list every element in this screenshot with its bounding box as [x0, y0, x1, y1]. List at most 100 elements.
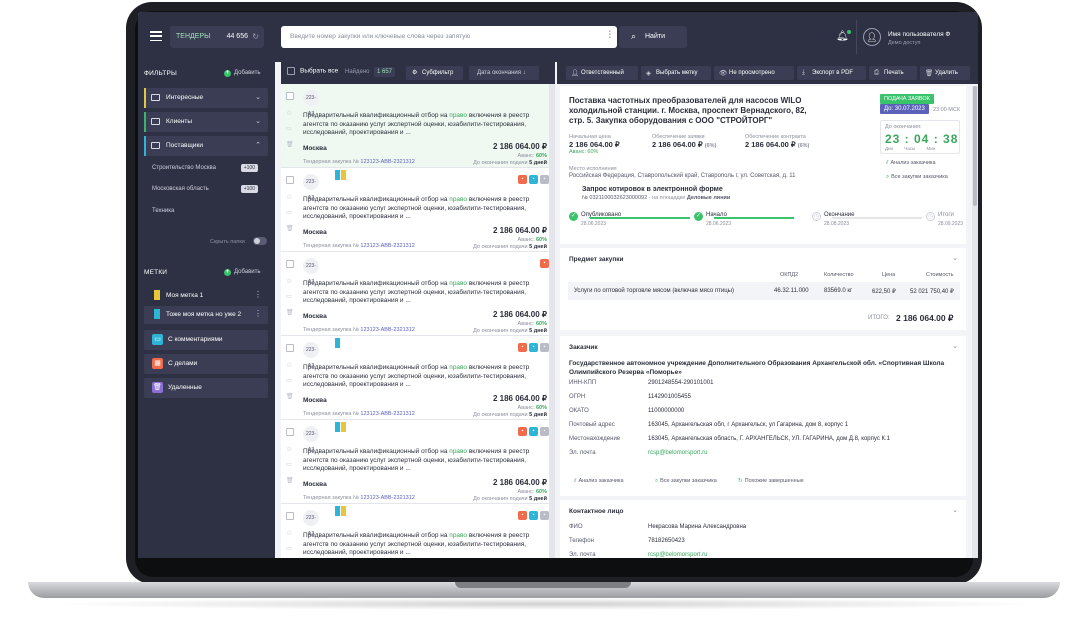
- find-button[interactable]: ⌕ Найти: [619, 26, 687, 48]
- star-icon[interactable]: ☆: [286, 529, 292, 537]
- chevron-down-icon[interactable]: ⌄: [952, 506, 958, 514]
- action-icon[interactable]: ▪: [540, 427, 549, 436]
- action-icon[interactable]: ▪: [518, 343, 527, 352]
- action-icon[interactable]: ▪: [540, 511, 549, 520]
- comment-icon[interactable]: ▭: [286, 545, 292, 552]
- card-checkbox[interactable]: [286, 512, 294, 520]
- star-icon[interactable]: ☆: [286, 361, 292, 369]
- more-icon[interactable]: ⋮: [254, 290, 262, 299]
- hide-folders-toggle[interactable]: [253, 237, 267, 245]
- group-comments[interactable]: ▭ С комментариями: [144, 330, 268, 350]
- card-title[interactable]: Предварительный квалификационный отбор н…: [303, 280, 539, 306]
- card-title[interactable]: Предварительный квалификационный отбор н…: [303, 112, 539, 138]
- comment-icon[interactable]: ▭: [286, 377, 292, 384]
- group-deleted[interactable]: 🗑︎ Удаленные: [144, 378, 268, 398]
- user-menu[interactable]: 👤︎ Имя пользователя Ф Демо доступ: [856, 20, 978, 54]
- mark-item-1[interactable]: Моя метка 1 ⋮: [144, 287, 268, 305]
- action-icon[interactable]: ▪: [529, 175, 538, 184]
- customer-analysis-link[interactable]: ⫽ Анализ заказчика: [886, 160, 936, 167]
- sort-button[interactable]: Дата окончания ↓: [469, 66, 539, 80]
- action-icon[interactable]: ▪: [540, 175, 549, 184]
- print-button[interactable]: ⎙ Печать: [869, 66, 917, 80]
- action-icon[interactable]: ▪: [529, 427, 538, 436]
- responsible-button[interactable]: 👤︎ Ответственный: [566, 66, 638, 80]
- trash-icon[interactable]: 🗑︎: [286, 477, 294, 484]
- customer-tenders-link[interactable]: ⌕ Все закупки заказчика: [886, 174, 948, 181]
- export-pdf-button[interactable]: ⤓ Экспорт в PDF: [797, 66, 866, 80]
- sidebar-subitem[interactable]: Техника: [152, 208, 174, 214]
- card-title[interactable]: Предварительный квалификационный отбор н…: [303, 364, 539, 390]
- refresh-icon[interactable]: ↻: [252, 32, 259, 41]
- tender-card[interactable]: ☆ ▭ 🗑︎ 223-ФЗ ▪ Предварительный квалифик…: [281, 252, 555, 336]
- sidebar-subitem[interactable]: Московская область +100: [152, 185, 268, 193]
- card-checkbox[interactable]: [286, 176, 294, 184]
- card-tender-number[interactable]: Тендерная закупка № 123123-ABB-2321312: [303, 411, 415, 417]
- action-icon[interactable]: ▪: [518, 175, 527, 184]
- menu-icon[interactable]: [150, 31, 162, 42]
- trash-icon[interactable]: 🗑︎: [286, 309, 294, 316]
- action-icon[interactable]: ▪: [540, 259, 549, 268]
- field-value[interactable]: rcsp@belomorsport.ru: [648, 450, 707, 456]
- group-tasks[interactable]: ▦ С делами: [144, 354, 268, 374]
- action-icon[interactable]: ▪: [529, 343, 538, 352]
- star-icon[interactable]: ☆: [286, 109, 292, 117]
- mark-item-2[interactable]: Тоже моя метка но уже 2 ⋮: [144, 306, 268, 324]
- card-tender-number[interactable]: Тендерная закупка № 123123-ABB-2321312: [303, 159, 415, 165]
- card-title[interactable]: Предварительный квалификационный отбор н…: [303, 196, 539, 222]
- comment-icon[interactable]: ▭: [286, 125, 292, 132]
- action-icon[interactable]: ▪: [518, 511, 527, 520]
- search-input[interactable]: Введите номер закупки или ключевые слова…: [281, 26, 617, 48]
- star-icon[interactable]: ☆: [286, 277, 292, 285]
- tenders-selector[interactable]: ТЕНДЕРЫ 44 656 ↻: [170, 26, 264, 48]
- similar-completed-link[interactable]: ↻ Похожие завершенные: [738, 478, 804, 484]
- select-all[interactable]: Выбрать все: [287, 67, 338, 75]
- tender-card[interactable]: ☆ ▭ 🗑︎ 223-ФЗ Предварительный квалификац…: [281, 84, 555, 168]
- filter-sliders-icon[interactable]: ⫶: [609, 30, 612, 41]
- delete-button[interactable]: 🗑︎ Удалить: [920, 66, 970, 80]
- action-icon[interactable]: ▪: [518, 427, 527, 436]
- tag-icon: [335, 422, 340, 432]
- customer-analysis-link[interactable]: ⫽ Анализ заказчика: [574, 478, 624, 485]
- tender-card[interactable]: ☆ ▭ 🗑︎ 223-ФЗ ▪▪▪ Предварительный квалиф…: [281, 168, 555, 252]
- tag-icon: [154, 309, 160, 319]
- action-icon[interactable]: ▪: [540, 343, 549, 352]
- action-icon[interactable]: ▪: [529, 511, 538, 520]
- folder-suppliers[interactable]: Поставщики ⌃: [144, 136, 268, 156]
- customer-tenders-link[interactable]: ⌕ Все закупки заказчика: [655, 478, 717, 485]
- folder-interesting[interactable]: Интересные ⌄: [144, 88, 268, 108]
- choose-mark-button[interactable]: ◈ Выбрать метку: [641, 66, 711, 80]
- star-icon[interactable]: ☆: [286, 193, 292, 201]
- trash-icon[interactable]: 🗑︎: [286, 393, 294, 400]
- tender-card[interactable]: ☆ ▭ 🗑︎ 223-ФЗ ▪▪▪ Предварительный квалиф…: [281, 420, 555, 504]
- field-value[interactable]: rcsp@belomorsport.ru: [648, 552, 707, 558]
- card-checkbox[interactable]: [286, 344, 294, 352]
- card-title[interactable]: Предварительный квалификационный отбор н…: [303, 448, 539, 474]
- comment-icon[interactable]: ▭: [286, 209, 292, 216]
- chevron-down-icon[interactable]: ⌄: [952, 254, 958, 262]
- add-mark-button[interactable]: + Добавить: [224, 269, 261, 276]
- card-tender-number[interactable]: Тендерная закупка № 123123-ABB-2321312: [303, 495, 415, 501]
- comment-icon[interactable]: ▭: [286, 293, 292, 300]
- tender-card[interactable]: ☆ ▭ 🗑︎ 223-ФЗ ▪▪▪ Предварительный квалиф…: [281, 504, 555, 558]
- not-viewed-button[interactable]: 👁︎ Не просмотрено: [714, 66, 794, 80]
- trash-icon[interactable]: 🗑︎: [286, 141, 294, 148]
- subfilter-button[interactable]: ⚙ Субфильтр: [406, 66, 463, 80]
- chevron-down-icon[interactable]: ⌄: [952, 342, 958, 350]
- add-filter-button[interactable]: + Добавить: [224, 70, 261, 77]
- card-checkbox[interactable]: [286, 260, 294, 268]
- list-scrollbar[interactable]: [549, 84, 555, 558]
- trash-icon[interactable]: 🗑︎: [286, 225, 294, 232]
- bell-icon[interactable]: 🔔︎: [836, 30, 851, 42]
- more-icon[interactable]: ⋮: [254, 309, 262, 318]
- comment-icon[interactable]: ▭: [286, 461, 292, 468]
- star-icon[interactable]: ☆: [286, 445, 292, 453]
- folder-clients[interactable]: Клиенты ⌄: [144, 112, 268, 132]
- card-checkbox[interactable]: [286, 428, 294, 436]
- card-checkbox[interactable]: [286, 92, 294, 100]
- detail-scrollbar[interactable]: [972, 86, 978, 558]
- sidebar-subitem[interactable]: Строительство Москва +100: [152, 164, 268, 172]
- card-title[interactable]: Предварительный квалификационный отбор н…: [303, 532, 539, 558]
- tender-card[interactable]: ☆ ▭ 🗑︎ 223-ФЗ ▪▪▪ Предварительный квалиф…: [281, 336, 555, 420]
- card-tender-number[interactable]: Тендерная закупка № 123123-ABB-2321312: [303, 327, 415, 333]
- card-tender-number[interactable]: Тендерная закупка № 123123-ABB-2321312: [303, 243, 415, 249]
